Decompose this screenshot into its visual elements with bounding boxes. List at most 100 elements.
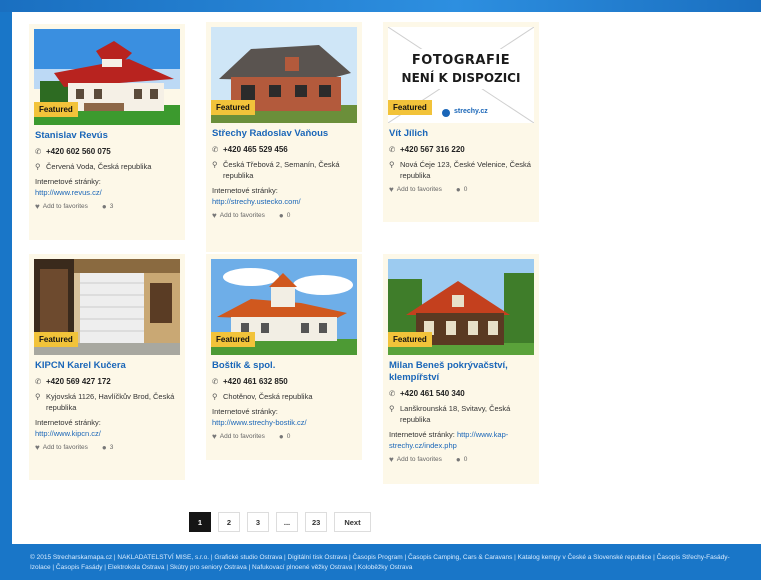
phone-number: +420 569 427 172 xyxy=(46,377,111,386)
add-to-favorites-label: Add to favorites xyxy=(42,203,88,210)
listing-name-link[interactable]: Stanislav Revús xyxy=(35,130,181,142)
address-row: ⚲ Chotěnov, Česká republika xyxy=(212,391,358,402)
listing-card[interactable]: Featured Střechy Radoslav Vaňous ✆ +420 … xyxy=(206,22,362,252)
website-label: Internetové stránky: xyxy=(35,177,101,186)
phone-number: +420 567 316 220 xyxy=(400,145,465,154)
heart-icon: ♥ xyxy=(212,211,217,220)
featured-badge: Featured xyxy=(388,332,432,347)
add-to-favorites-button[interactable]: ♥ Add to favorites xyxy=(389,455,442,464)
add-to-favorites-button[interactable]: ♥ Add to favorites xyxy=(35,202,88,211)
listing-name-link[interactable]: Milan Beneš pokrývačství, klempířství xyxy=(389,360,535,384)
comments-number: 0 xyxy=(286,212,291,219)
address-text: Chotěnov, Česká republika xyxy=(223,392,313,401)
comments-count[interactable]: ● 0 xyxy=(456,455,467,464)
comments-number: 3 xyxy=(109,203,114,210)
phone-number: +420 461 632 850 xyxy=(223,377,288,386)
listing-name-link[interactable]: Střechy Radoslav Vaňous xyxy=(212,128,358,140)
map-pin-icon: ⚲ xyxy=(389,404,395,413)
address-text: Nová Ćeje 123, České Velenice, Česká rep… xyxy=(400,160,531,180)
next-page-button[interactable]: Next xyxy=(334,512,371,532)
add-to-favorites-label: Add to favorites xyxy=(42,444,88,451)
add-to-favorites-button[interactable]: ♥ Add to favorites xyxy=(389,185,442,194)
comments-count[interactable]: ● 0 xyxy=(279,432,290,441)
page-2-button[interactable]: 2 xyxy=(218,512,240,532)
listing-photo[interactable]: Featured xyxy=(388,259,534,355)
website-link[interactable]: http://www.kipcn.cz/ xyxy=(35,428,181,439)
listing-meta: ♥ Add to favorites ● 3 xyxy=(35,443,181,452)
address-text: Lanškrounská 18, Svitavy, Česká republik… xyxy=(400,404,511,424)
listing-card[interactable]: Featured KIPCN Karel Kučera ✆ +420 569 4… xyxy=(29,254,185,480)
phone-number: +420 465 529 456 xyxy=(223,145,288,154)
page-1-button[interactable]: 1 xyxy=(189,512,211,532)
comments-count[interactable]: ● 3 xyxy=(102,202,113,211)
website-link[interactable]: http://www.revus.cz/ xyxy=(35,187,181,198)
comments-count[interactable]: ● 0 xyxy=(279,211,290,220)
phone-icon: ✆ xyxy=(35,147,42,156)
pagination: 1 2 3 ... 23 Next xyxy=(189,512,378,532)
listing-meta: ♥ Add to favorites ● 0 xyxy=(212,432,358,441)
comments-number: 3 xyxy=(109,444,114,451)
listing-card[interactable]: Featured Stanislav Revús ✆ +420 602 560 … xyxy=(29,24,185,240)
address-row: ⚲ Česká Třebová 2, Semanín, Česká republ… xyxy=(212,159,358,181)
page-23-button[interactable]: 23 xyxy=(305,512,328,532)
website-row: Internetové stránky: http://www.kap-stre… xyxy=(389,429,535,451)
listing-photo[interactable]: Featured xyxy=(211,259,357,355)
website-label: Internetové stránky: xyxy=(212,407,278,416)
featured-badge: Featured xyxy=(34,102,78,117)
add-to-favorites-button[interactable]: ♥ Add to favorites xyxy=(212,211,265,220)
website-label: Internetové stránky: xyxy=(389,430,455,439)
comment-icon: ● xyxy=(455,185,461,194)
listing-name-link[interactable]: Boštík & spol. xyxy=(212,360,358,372)
comment-icon: ● xyxy=(101,443,107,452)
listing-name-link[interactable]: Vít Jílich xyxy=(389,128,535,140)
listing-photo[interactable]: FOTOGRAFIE NENÍ K DISPOZICI strechy.cz F… xyxy=(388,27,534,123)
comment-icon: ● xyxy=(278,432,284,441)
placeholder-logo: strechy.cz xyxy=(454,108,488,115)
site-footer: © 2015 Strecharskamapa.cz | NAKLADATELST… xyxy=(0,544,761,580)
add-to-favorites-label: Add to favorites xyxy=(219,433,265,440)
address-row: ⚲ Lanškrounská 18, Svitavy, Česká republ… xyxy=(389,403,535,425)
map-pin-icon: ⚲ xyxy=(212,392,218,401)
phone-icon: ✆ xyxy=(212,377,219,386)
footer-links-text[interactable]: © 2015 Strecharskamapa.cz | NAKLADATELST… xyxy=(30,554,730,571)
page-3-button[interactable]: 3 xyxy=(247,512,269,532)
website-label: Internetové stránky: xyxy=(35,418,101,427)
add-to-favorites-button[interactable]: ♥ Add to favorites xyxy=(212,432,265,441)
add-to-favorites-button[interactable]: ♥ Add to favorites xyxy=(35,443,88,452)
phone-row: ✆ +420 465 529 456 xyxy=(212,144,358,155)
phone-row: ✆ +420 461 632 850 xyxy=(212,376,358,387)
listing-name-link[interactable]: KIPCN Karel Kučera xyxy=(35,360,181,372)
website-label: Internetové stránky: xyxy=(212,186,278,195)
placeholder-line-1: FOTOGRAFIE xyxy=(411,53,511,68)
listing-meta: ♥ Add to favorites ● 0 xyxy=(212,211,358,220)
address-text: Česká Třebová 2, Semanín, Česká republik… xyxy=(223,160,340,180)
website-link[interactable]: http://strechy.ustecko.com/ xyxy=(212,196,358,207)
listing-photo[interactable]: Featured xyxy=(34,259,180,355)
comments-count[interactable]: ● 3 xyxy=(102,443,113,452)
address-row: ⚲ Kyjovská 1126, Havlíčkův Brod, Česká r… xyxy=(35,391,181,413)
listing-card[interactable]: FOTOGRAFIE NENÍ K DISPOZICI strechy.cz F… xyxy=(383,22,539,222)
comment-icon: ● xyxy=(455,455,461,464)
listing-card[interactable]: Featured Milan Beneš pokrývačství, klemp… xyxy=(383,254,539,484)
phone-row: ✆ +420 461 540 340 xyxy=(389,388,535,399)
placeholder-line-2: NENÍ K DISPOZICI xyxy=(401,71,521,85)
featured-badge: Featured xyxy=(211,332,255,347)
address-row: ⚲ Nová Ćeje 123, České Velenice, Česká r… xyxy=(389,159,535,181)
website-link[interactable]: http://www.strechy-bostik.cz/ xyxy=(212,417,358,428)
phone-icon: ✆ xyxy=(389,389,396,398)
phone-number: +420 602 560 075 xyxy=(46,147,111,156)
listing-photo[interactable]: Featured xyxy=(211,27,357,123)
listing-photo[interactable]: Featured xyxy=(34,29,180,125)
listing-meta: ♥ Add to favorites ● 3 xyxy=(35,202,181,211)
map-pin-icon: ⚲ xyxy=(35,162,41,171)
add-to-favorites-label: Add to favorites xyxy=(396,186,442,193)
featured-badge: Featured xyxy=(388,100,432,115)
phone-number: +420 461 540 340 xyxy=(400,389,465,398)
listing-card[interactable]: Featured Boštík & spol. ✆ +420 461 632 8… xyxy=(206,254,362,460)
address-text: Kyjovská 1126, Havlíčkův Brod, Česká rep… xyxy=(46,392,175,412)
phone-row: ✆ +420 567 316 220 xyxy=(389,144,535,155)
comments-count[interactable]: ● 0 xyxy=(456,185,467,194)
phone-icon: ✆ xyxy=(35,377,42,386)
heart-icon: ♥ xyxy=(389,455,394,464)
heart-icon: ♥ xyxy=(212,432,217,441)
